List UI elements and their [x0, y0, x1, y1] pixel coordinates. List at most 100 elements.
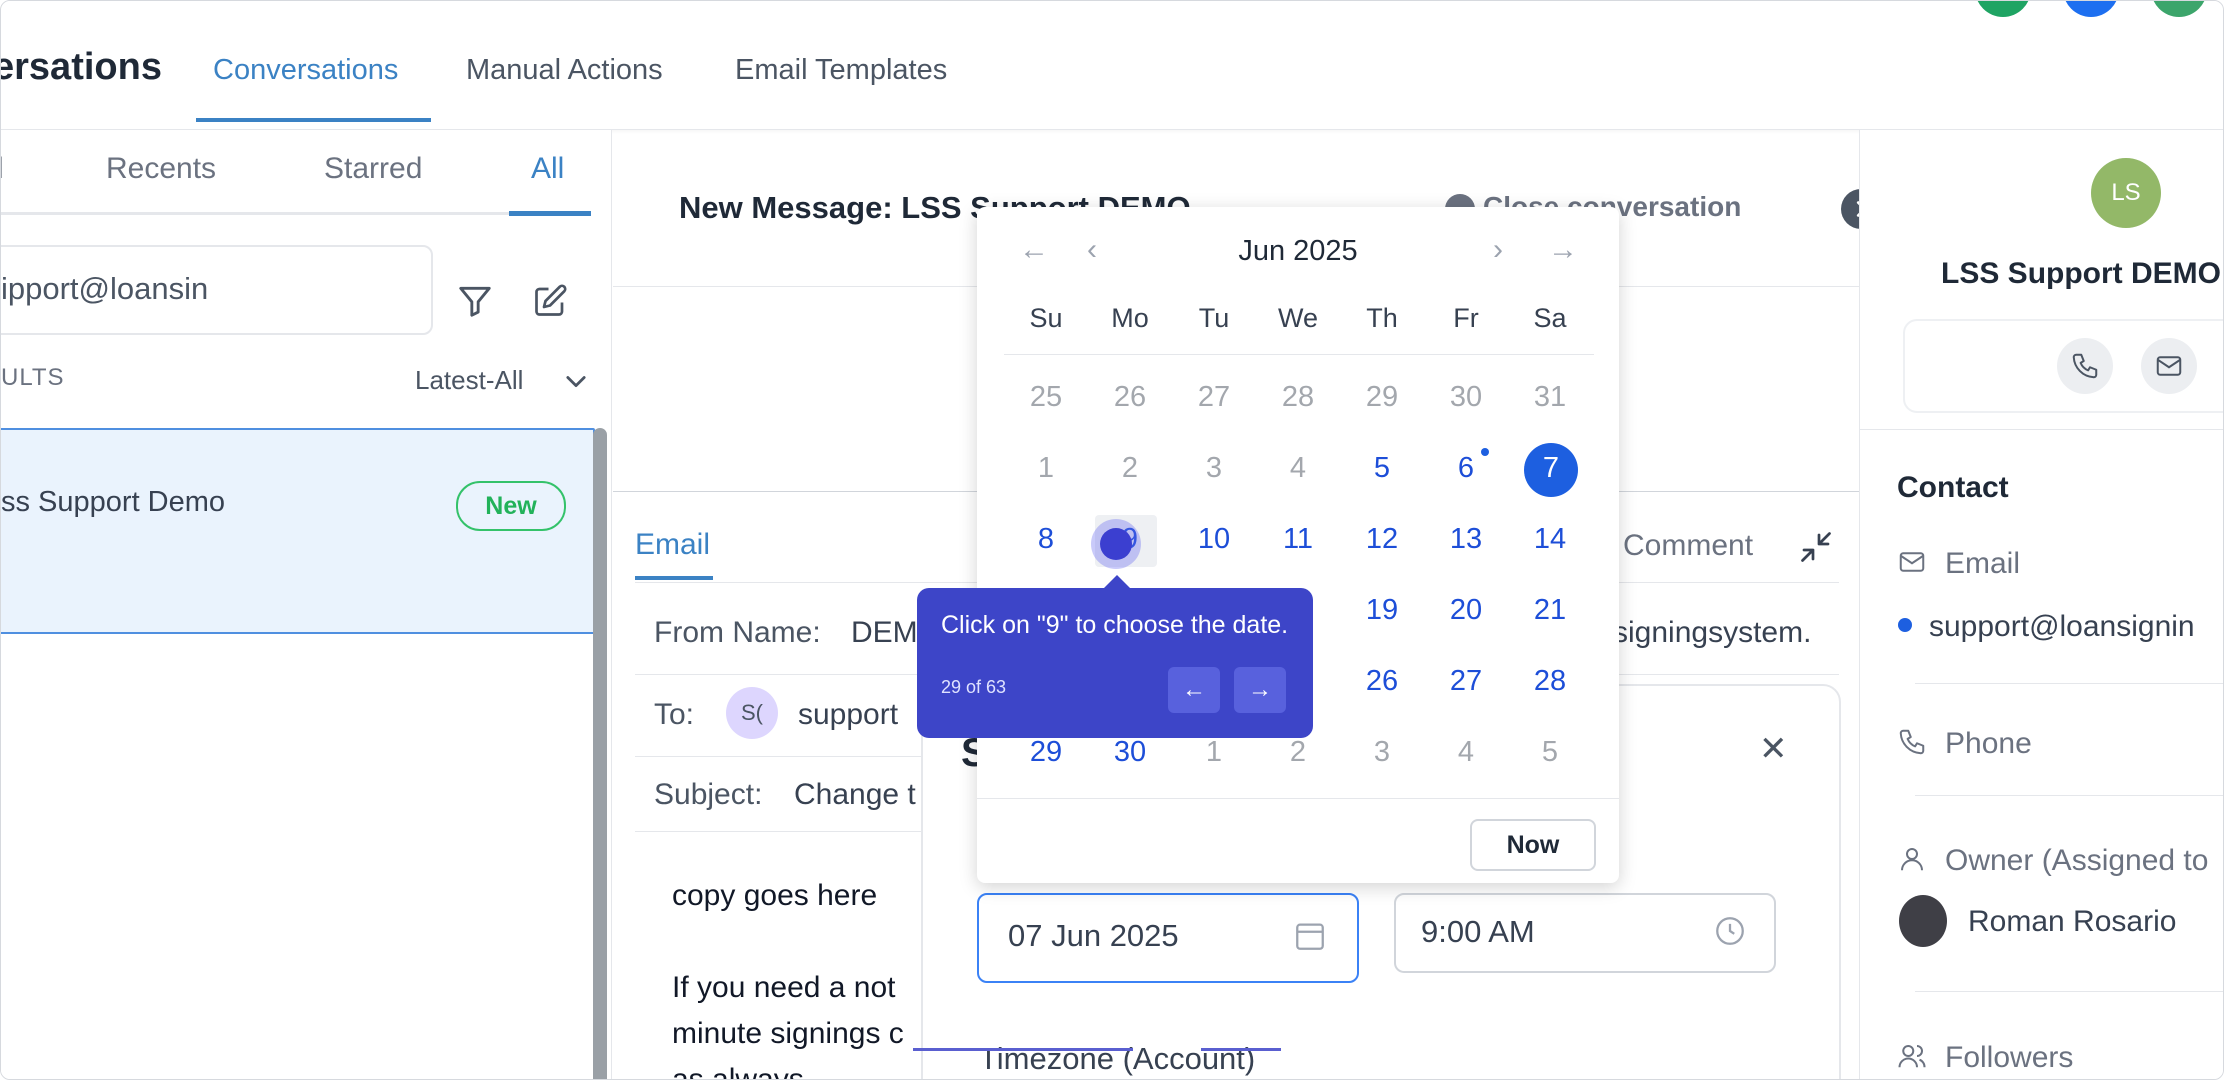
calendar-day[interactable]: 28	[1268, 381, 1328, 414]
now-button[interactable]: Now	[1470, 819, 1596, 871]
to-value[interactable]: support	[798, 698, 898, 732]
tab-comment[interactable]: Comment	[1623, 529, 1753, 563]
tab-recents[interactable]: Recents	[106, 152, 216, 186]
tab-email[interactable]: Email	[635, 528, 710, 562]
chevron-down-icon[interactable]	[562, 367, 590, 400]
tab-conversations[interactable]: Conversations	[213, 54, 398, 87]
divider	[977, 798, 1619, 799]
avatar: S(	[726, 687, 778, 739]
calendar-day[interactable]: 12	[1352, 523, 1412, 556]
active-subtab-indicator	[509, 211, 591, 216]
status-badge: New	[456, 481, 566, 531]
from-email-value: signingsystem.	[1613, 616, 1812, 649]
calendar-day[interactable]: 19	[1352, 594, 1412, 627]
calendar-day[interactable]: 5	[1520, 736, 1580, 769]
sort-dropdown[interactable]: Latest-All	[415, 365, 523, 396]
arrow-left-icon[interactable]: ←	[1168, 667, 1220, 713]
from-name-value: DEM	[851, 616, 918, 649]
calendar-day[interactable]: 3	[1184, 452, 1244, 485]
next-month-icon[interactable]: ›	[1493, 233, 1503, 267]
tab-divider	[1, 212, 591, 215]
calendar-day[interactable]: 4	[1436, 736, 1496, 769]
calendar-day-today[interactable]: 6	[1436, 452, 1496, 485]
prev-year-icon[interactable]: ←	[1019, 233, 1049, 267]
time-value: 9:00 AM	[1421, 914, 1535, 949]
highlight-underline	[913, 1048, 1133, 1051]
subject-label: Subject:	[654, 778, 763, 811]
tab-starred[interactable]: Starred	[324, 152, 422, 186]
calendar-day[interactable]: 8	[1016, 523, 1076, 556]
calendar-day[interactable]: 29	[1352, 381, 1412, 414]
calendar-day[interactable]: 26	[1100, 381, 1160, 414]
calendar-day[interactable]: 13	[1436, 523, 1496, 556]
tooltip-arrow	[1103, 575, 1131, 589]
tab-email-templates[interactable]: Email Templates	[735, 54, 947, 87]
calendar-day[interactable]: 27	[1184, 381, 1244, 414]
calendar-day[interactable]: 1	[1184, 736, 1244, 769]
owner-value[interactable]: Roman Rosario	[1968, 905, 2176, 939]
contact-section-title: Contact	[1897, 471, 2009, 504]
tab-all-partial[interactable]: l	[1, 152, 4, 186]
calendar-day[interactable]: 1	[1016, 452, 1076, 485]
calendar-day[interactable]: 31	[1520, 381, 1580, 414]
divider	[1915, 795, 2223, 796]
weekday-label: Th	[1366, 303, 1398, 333]
calendar-day[interactable]: 10	[1184, 523, 1244, 556]
calendar-day[interactable]: 2	[1268, 736, 1328, 769]
minimize-icon[interactable]	[1798, 529, 1834, 570]
calendar-month-label[interactable]: Jun 2025	[1233, 235, 1363, 268]
body-line: as always	[672, 1063, 804, 1080]
calendar-day[interactable]: 26	[1352, 665, 1412, 698]
conversation-list-item[interactable]	[1, 428, 595, 634]
avatar: LS	[2091, 158, 2161, 228]
weekday-label: Tu	[1198, 303, 1230, 333]
email-value[interactable]: support@loansignin	[1929, 610, 2195, 644]
divider	[1915, 683, 2223, 684]
conversation-name: ss Support Demo	[1, 486, 226, 518]
mail-icon	[1897, 547, 1927, 582]
tab-all[interactable]: All	[531, 152, 564, 186]
calendar-day[interactable]: 30	[1436, 381, 1496, 414]
date-value: 07 Jun 2025	[1008, 918, 1179, 953]
body-line: copy goes here	[672, 879, 878, 912]
app-window: ersations Conversations Manual Actions E…	[0, 0, 2224, 1080]
owner-label: Owner (Assigned to	[1945, 844, 2209, 877]
calendar-day[interactable]: 30	[1100, 736, 1160, 769]
filter-icon[interactable]	[453, 279, 497, 323]
scrollbar[interactable]	[593, 428, 607, 1079]
weekday-label: Mo	[1111, 303, 1149, 333]
next-year-icon[interactable]: →	[1548, 233, 1578, 267]
weekday-label: We	[1277, 303, 1318, 333]
calendar-day[interactable]: 20	[1436, 594, 1496, 627]
close-icon[interactable]: ✕	[1759, 729, 1788, 769]
calendar-day[interactable]: 5	[1352, 452, 1412, 485]
calendar-day[interactable]: 28	[1520, 665, 1580, 698]
calendar-day[interactable]: 4	[1268, 452, 1328, 485]
email-label: Email	[1945, 547, 2021, 580]
calendar-day[interactable]: 27	[1436, 665, 1496, 698]
arrow-right-icon[interactable]: →	[1234, 667, 1286, 713]
calendar-day[interactable]: 3	[1352, 736, 1412, 769]
users-icon	[1897, 1041, 1927, 1076]
calendar-day[interactable]: 25	[1016, 381, 1076, 414]
calendar-day[interactable]: 14	[1520, 523, 1580, 556]
compose-icon[interactable]	[528, 279, 572, 323]
calendar-day[interactable]: 2	[1100, 452, 1160, 485]
prev-month-icon[interactable]: ‹	[1087, 233, 1097, 267]
weekday-label: Sa	[1533, 303, 1567, 333]
divider	[1004, 354, 1594, 355]
calendar-day[interactable]: 29	[1016, 736, 1076, 769]
calendar-day[interactable]: 21	[1520, 594, 1580, 627]
clock-icon[interactable]	[1713, 914, 1747, 953]
from-name-label: From Name:	[654, 616, 821, 649]
calendar-icon[interactable]	[1293, 919, 1327, 958]
phone-icon[interactable]	[2057, 338, 2113, 394]
subject-value[interactable]: Change t	[794, 778, 916, 812]
calendar-day[interactable]: 11	[1268, 523, 1328, 556]
to-label: To:	[654, 698, 695, 731]
calendar-day-selected[interactable]: 7	[1521, 452, 1581, 485]
phone-icon	[1897, 727, 1927, 762]
tab-manual-actions[interactable]: Manual Actions	[466, 54, 663, 87]
highlight-underline	[1201, 1048, 1281, 1051]
mail-icon[interactable]	[2141, 338, 2197, 394]
